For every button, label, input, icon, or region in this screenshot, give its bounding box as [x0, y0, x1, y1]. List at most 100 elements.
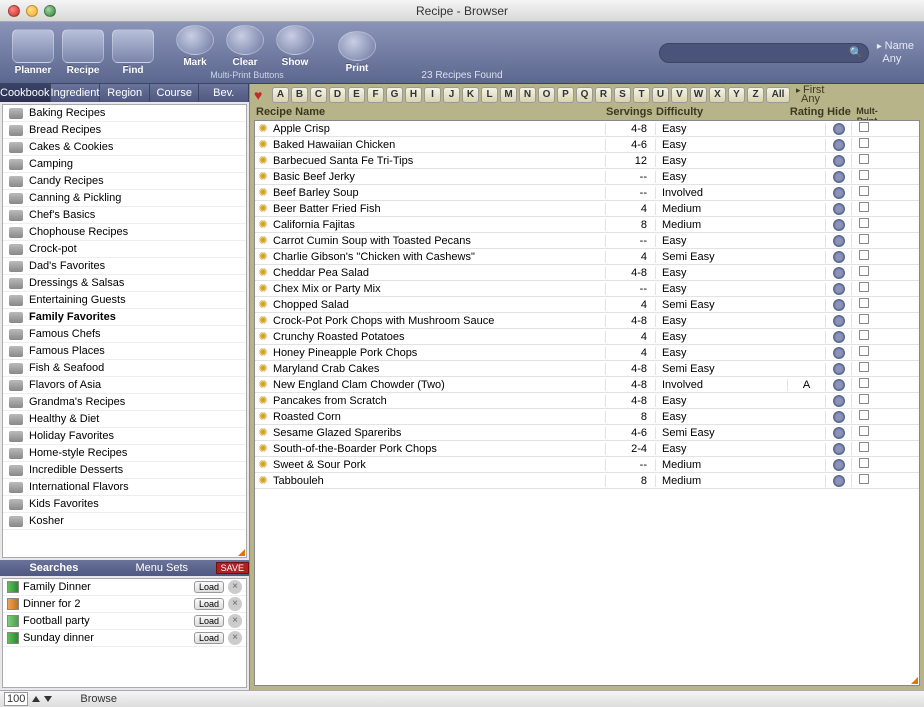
zoom-up-icon[interactable]: [32, 696, 40, 702]
multiprint-cell[interactable]: [851, 138, 875, 151]
az-letter-e[interactable]: E: [348, 87, 365, 103]
star-icon[interactable]: ✺: [255, 362, 271, 375]
az-letter-n[interactable]: N: [519, 87, 536, 103]
recipe-row[interactable]: ✺New England Clam Chowder (Two)4-8Involv…: [255, 377, 919, 393]
recipe-row[interactable]: ✺California Fajitas8Medium: [255, 217, 919, 233]
checkbox-icon[interactable]: [859, 362, 869, 372]
star-icon[interactable]: ✺: [255, 122, 271, 135]
category-row[interactable]: Fish & Seafood: [3, 360, 246, 377]
hide-cell[interactable]: [825, 251, 851, 263]
recipe-row[interactable]: ✺Honey Pineapple Pork Chops4Easy: [255, 345, 919, 361]
col-multiprint[interactable]: Mult-Print: [852, 106, 882, 120]
hide-cell[interactable]: [825, 331, 851, 343]
checkbox-icon[interactable]: [859, 282, 869, 292]
az-letter-f[interactable]: F: [367, 87, 384, 103]
hide-cell[interactable]: [825, 203, 851, 215]
checkbox-icon[interactable]: [859, 458, 869, 468]
recipe-row[interactable]: ✺Charlie Gibson's "Chicken with Cashews"…: [255, 249, 919, 265]
multiprint-cell[interactable]: [851, 314, 875, 327]
multiprint-cell[interactable]: [851, 298, 875, 311]
category-row[interactable]: Famous Places: [3, 343, 246, 360]
star-icon[interactable]: ✺: [255, 458, 271, 471]
recipe-row[interactable]: ✺Cheddar Pea Salad4-8Easy: [255, 265, 919, 281]
checkbox-icon[interactable]: [859, 266, 869, 276]
clear-button[interactable]: Clear: [222, 25, 268, 68]
zoom-value[interactable]: 100: [4, 692, 28, 706]
checkbox-icon[interactable]: [859, 170, 869, 180]
az-mode-toggle[interactable]: ▸ First Any: [796, 86, 824, 104]
recipe-row[interactable]: ✺Carrot Cumin Soup with Toasted Pecans--…: [255, 233, 919, 249]
checkbox-icon[interactable]: [859, 314, 869, 324]
hide-cell[interactable]: [825, 347, 851, 359]
tab-course[interactable]: Course: [150, 84, 200, 102]
multiprint-cell[interactable]: [851, 346, 875, 359]
multiprint-cell[interactable]: [851, 330, 875, 343]
category-row[interactable]: Canning & Pickling: [3, 190, 246, 207]
az-letter-i[interactable]: I: [424, 87, 441, 103]
menusets-tab[interactable]: Menu Sets: [108, 562, 216, 574]
recipe-row[interactable]: ✺Pancakes from Scratch4-8Easy: [255, 393, 919, 409]
recipe-row[interactable]: ✺Sesame Glazed Spareribs4-6Semi Easy: [255, 425, 919, 441]
mark-button[interactable]: Mark: [172, 25, 218, 68]
star-icon[interactable]: ✺: [255, 154, 271, 167]
multiprint-cell[interactable]: [851, 410, 875, 423]
search-input[interactable]: [659, 43, 869, 63]
save-button[interactable]: SAVE: [216, 562, 249, 574]
multiprint-cell[interactable]: [851, 442, 875, 455]
checkbox-icon[interactable]: [859, 154, 869, 164]
category-list[interactable]: Baking RecipesBread RecipesCakes & Cooki…: [2, 104, 247, 558]
print-button[interactable]: Print: [334, 31, 380, 74]
recipe-row[interactable]: ✺Maryland Crab Cakes4-8Semi Easy: [255, 361, 919, 377]
star-icon[interactable]: ✺: [255, 282, 271, 295]
saved-search-row[interactable]: Family DinnerLoad×: [3, 579, 246, 596]
star-icon[interactable]: ✺: [255, 186, 271, 199]
star-icon[interactable]: ✺: [255, 410, 271, 423]
checkbox-icon[interactable]: [859, 234, 869, 244]
recipe-row[interactable]: ✺Crock-Pot Pork Chops with Mushroom Sauc…: [255, 313, 919, 329]
recipe-row[interactable]: ✺Crunchy Roasted Potatoes4Easy: [255, 329, 919, 345]
hide-cell[interactable]: [825, 187, 851, 199]
category-row[interactable]: Flavors of Asia: [3, 377, 246, 394]
zoom-down-icon[interactable]: [44, 696, 52, 702]
multiprint-cell[interactable]: [851, 426, 875, 439]
recipe-row[interactable]: ✺Apple Crisp4-8Easy: [255, 121, 919, 137]
category-row[interactable]: Incredible Desserts: [3, 462, 246, 479]
category-row[interactable]: Crock-pot: [3, 241, 246, 258]
az-letter-s[interactable]: S: [614, 87, 631, 103]
hide-cell[interactable]: [825, 315, 851, 327]
star-icon[interactable]: ✺: [255, 266, 271, 279]
tab-ingredient[interactable]: Ingredient: [51, 84, 101, 102]
category-row[interactable]: Family Favorites: [3, 309, 246, 326]
hide-cell[interactable]: [825, 155, 851, 167]
multiprint-cell[interactable]: [851, 234, 875, 247]
hide-cell[interactable]: [825, 299, 851, 311]
hide-cell[interactable]: [825, 363, 851, 375]
multiprint-cell[interactable]: [851, 378, 875, 391]
checkbox-icon[interactable]: [859, 426, 869, 436]
recipe-row[interactable]: ✺Basic Beef Jerky--Easy: [255, 169, 919, 185]
multiprint-cell[interactable]: [851, 186, 875, 199]
saved-search-row[interactable]: Football partyLoad×: [3, 613, 246, 630]
recipe-row[interactable]: ✺Beer Batter Fried Fish4Medium: [255, 201, 919, 217]
az-letter-d[interactable]: D: [329, 87, 346, 103]
tab-cookbook[interactable]: Cookbook: [0, 84, 51, 102]
checkbox-icon[interactable]: [859, 346, 869, 356]
category-row[interactable]: Bread Recipes: [3, 122, 246, 139]
category-row[interactable]: Dressings & Salsas: [3, 275, 246, 292]
category-row[interactable]: Home-style Recipes: [3, 445, 246, 462]
recipe-row[interactable]: ✺Sweet & Sour Pork--Medium: [255, 457, 919, 473]
az-letter-g[interactable]: G: [386, 87, 403, 103]
checkbox-icon[interactable]: [859, 186, 869, 196]
az-letter-o[interactable]: O: [538, 87, 555, 103]
star-icon[interactable]: ✺: [255, 234, 271, 247]
hide-cell[interactable]: [825, 475, 851, 487]
multiprint-cell[interactable]: [851, 282, 875, 295]
hide-cell[interactable]: [825, 427, 851, 439]
hide-cell[interactable]: [825, 171, 851, 183]
az-letter-q[interactable]: Q: [576, 87, 593, 103]
checkbox-icon[interactable]: [859, 442, 869, 452]
checkbox-icon[interactable]: [859, 202, 869, 212]
checkbox-icon[interactable]: [859, 122, 869, 132]
az-letter-j[interactable]: J: [443, 87, 460, 103]
multiprint-cell[interactable]: [851, 122, 875, 135]
